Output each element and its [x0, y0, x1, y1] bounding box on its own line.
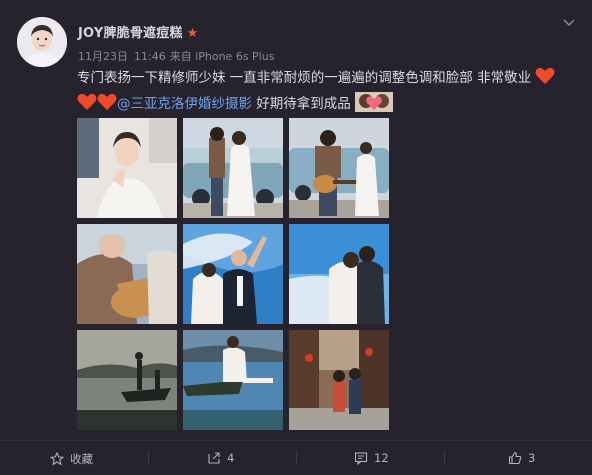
like-icon — [508, 451, 522, 465]
favorite-button[interactable]: 收藏 — [49, 451, 93, 467]
post-date[interactable]: 11月23日 — [78, 50, 128, 63]
comment-button[interactable]: 12 — [354, 451, 389, 466]
post-text: 专门表扬一下精修师少妹 一直非常耐烦的一遍遍的调整色调和脸部 非常敬业 @三亚克… — [77, 67, 577, 119]
mention-link[interactable]: @三亚克洛伊婚纱摄影 — [117, 96, 252, 112]
post-text-line1: 专门表扬一下精修师少妹 一直非常耐烦的一遍遍的调整色调和脸部 非常敬业 — [77, 70, 532, 86]
old-street-photo[interactable] — [289, 330, 389, 430]
couple-veil-sky-photo[interactable] — [183, 224, 283, 324]
divider — [148, 451, 149, 465]
boat-silhouette-photo[interactable] — [77, 330, 177, 430]
action-bar: 收藏 4 12 3 — [0, 440, 592, 475]
couple-by-car-photo[interactable] — [183, 118, 283, 218]
divider — [296, 451, 297, 465]
post-source: 来自 iPhone 6s Plus — [169, 50, 275, 63]
heart-icon — [535, 67, 555, 92]
share-button[interactable]: 4 — [207, 451, 234, 465]
comment-count: 12 — [374, 451, 389, 465]
couple-guitar-closeup-photo[interactable] — [77, 224, 177, 324]
share-icon — [208, 452, 220, 464]
favorite-label: 收藏 — [70, 452, 93, 466]
username-text[interactable]: JOY脾脆骨遮痘糕 — [78, 26, 183, 41]
post-meta: 11月23日 11:46 来自 iPhone 6s Plus — [78, 48, 274, 64]
divider — [444, 451, 445, 465]
bride-laughing-photo[interactable] — [77, 118, 177, 218]
avatar[interactable] — [17, 17, 67, 67]
chevron-down-icon[interactable] — [561, 14, 577, 30]
post-time[interactable]: 11:46 — [134, 50, 166, 63]
heart-icon — [97, 93, 117, 118]
vip-star-icon: ★ — [186, 26, 199, 41]
comment-icon — [354, 452, 368, 466]
like-button[interactable]: 3 — [508, 451, 535, 465]
couple-kiss-sea-photo[interactable] — [289, 224, 389, 324]
boat-lake-photo[interactable] — [183, 330, 283, 430]
post-text-tail: 好期待拿到成品 — [252, 96, 351, 112]
share-count: 4 — [227, 451, 235, 465]
photo-grid — [77, 118, 389, 430]
star-icon — [49, 451, 65, 466]
heart-icon — [77, 93, 97, 118]
like-count: 3 — [528, 451, 536, 465]
sticker-icon — [355, 92, 394, 119]
guitar-by-car-photo[interactable] — [289, 118, 389, 218]
username[interactable]: JOY脾脆骨遮痘糕 ★ — [78, 22, 199, 41]
